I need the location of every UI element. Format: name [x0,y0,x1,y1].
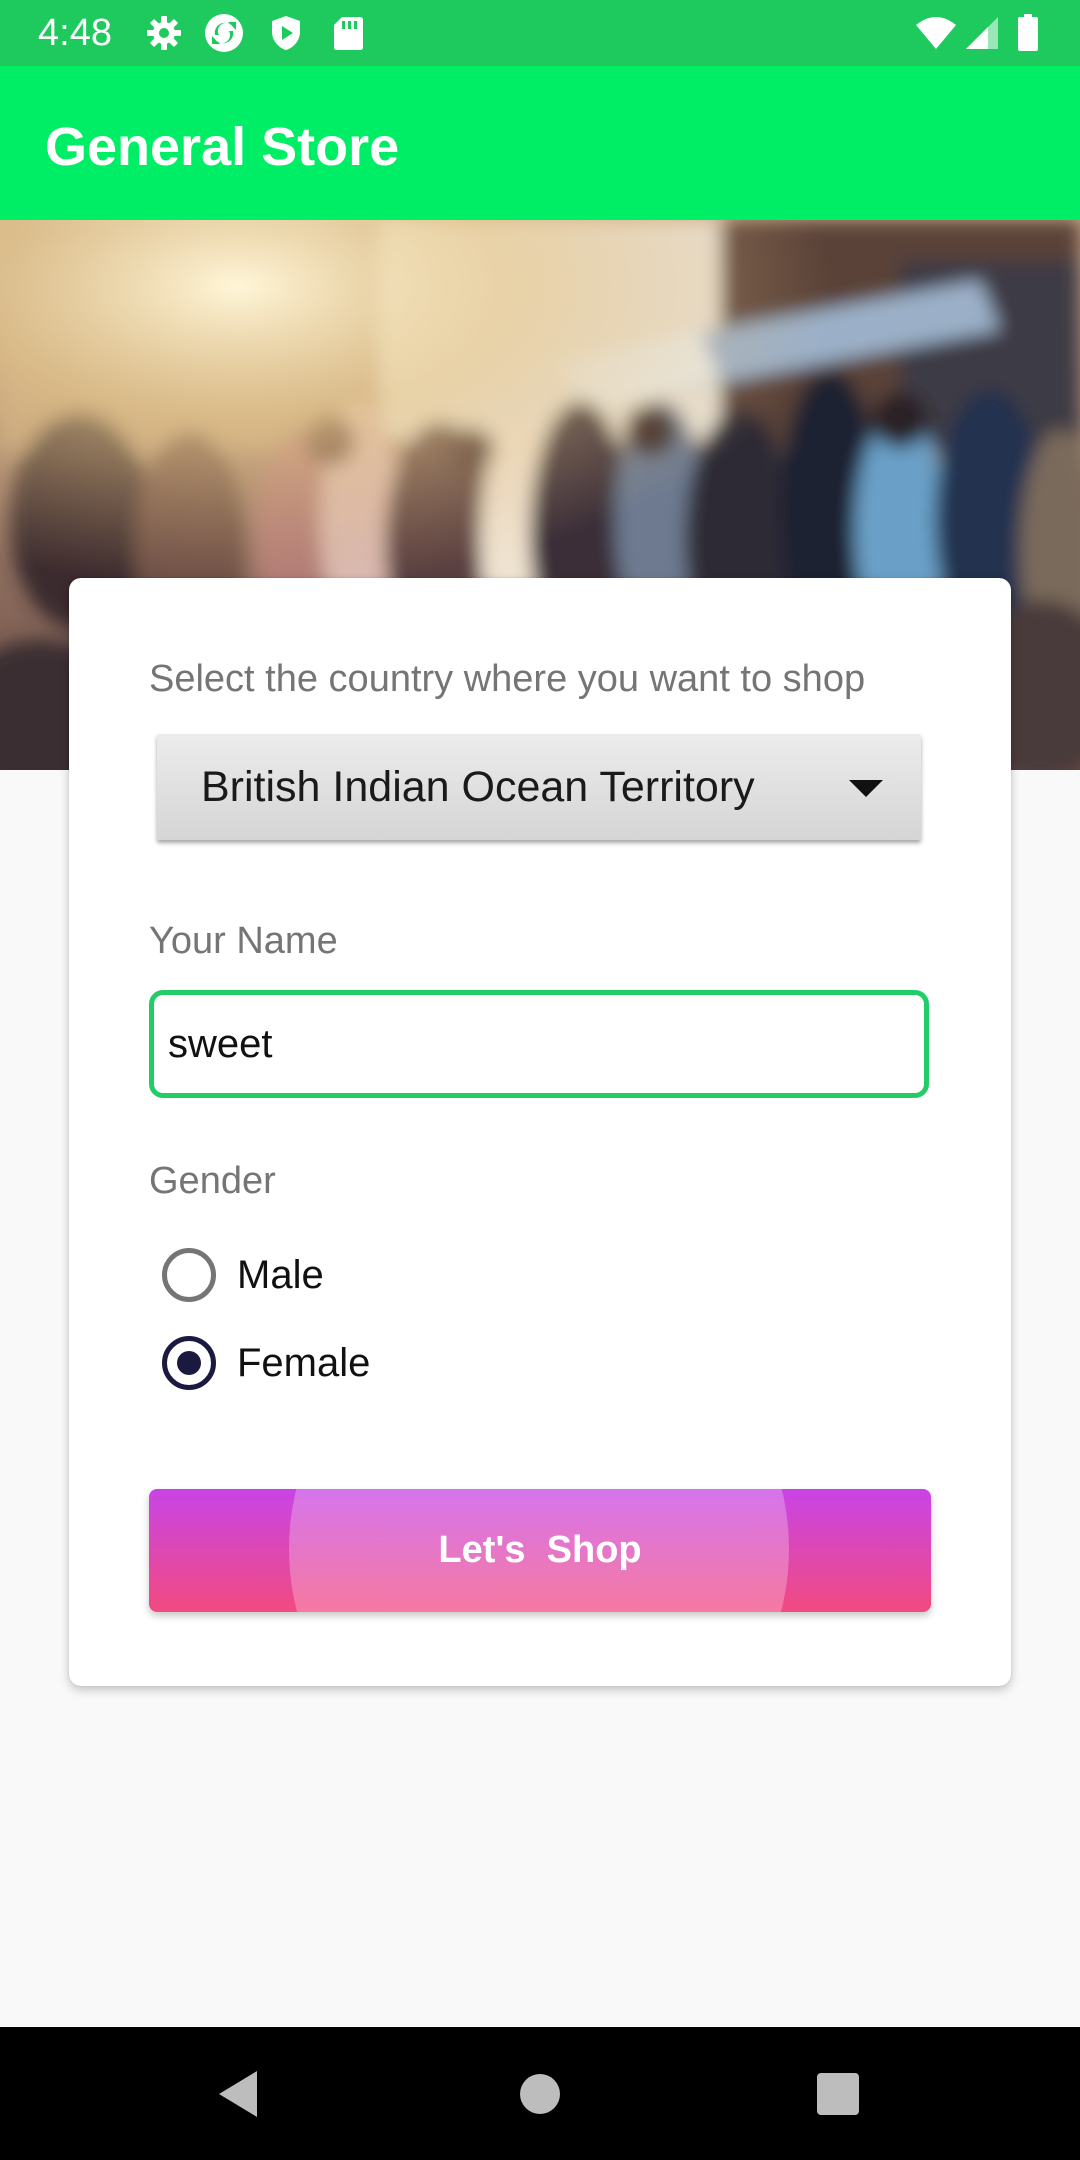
radio-male-label[interactable]: Male [237,1253,324,1298]
home-icon[interactable] [503,2057,577,2131]
status-time: 4:48 [38,12,112,54]
gear-icon [147,16,181,50]
form-card: Select the country where you want to sho… [69,578,1011,1686]
app-title: General Store [45,117,400,177]
cell-signal-icon [966,17,998,49]
country-label: Select the country where you want to sho… [149,658,866,700]
app-bar: General Store [0,66,1080,220]
name-input[interactable] [149,990,929,1098]
sync-icon [205,14,243,52]
status-bar: 4:48 [0,0,1080,66]
name-label: Your Name [149,920,338,962]
dropdown-arrow-icon [849,780,883,797]
wifi-icon [916,17,956,49]
radio-unchecked-icon[interactable] [162,1248,216,1302]
radio-female-label[interactable]: Female [237,1341,370,1386]
gender-label: Gender [149,1160,276,1202]
navigation-bar [0,2027,1080,2160]
radio-dot [177,1351,201,1375]
battery-icon [1018,14,1038,51]
country-dropdown[interactable]: British Indian Ocean Territory [157,734,921,840]
lets-shop-button[interactable]: Let's Shop [149,1489,931,1612]
recents-icon[interactable] [801,2057,875,2131]
back-icon[interactable] [203,2057,277,2131]
lets-shop-label: Let's Shop [438,1529,642,1571]
sd-card-icon [334,17,363,50]
shield-play-icon [272,16,300,50]
radio-checked-icon[interactable] [162,1336,216,1390]
country-selected-value: British Indian Ocean Territory [201,763,755,811]
